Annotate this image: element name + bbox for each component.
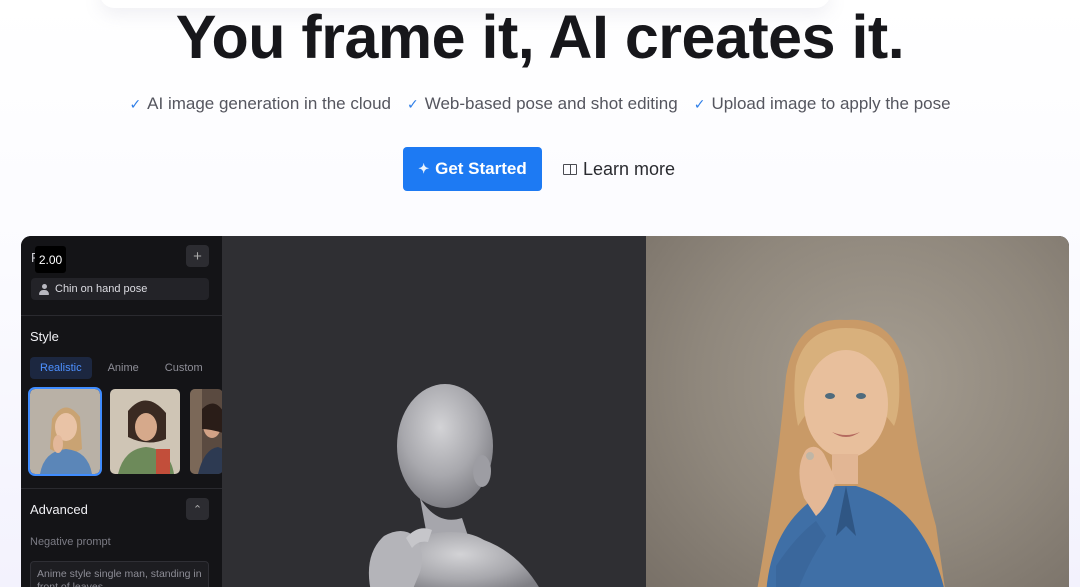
add-pose-button[interactable]: + bbox=[186, 245, 209, 267]
learn-more-link[interactable]: Learn more bbox=[563, 159, 675, 180]
hero-title: You frame it, AI creates it. bbox=[175, 3, 905, 71]
tab-realistic[interactable]: Realistic bbox=[30, 357, 92, 379]
generated-image bbox=[646, 236, 1069, 587]
feature-item: ✓ Upload image to apply the pose bbox=[694, 94, 951, 114]
editor-sidebar: F 2.00 + Chin on hand pose Style Realist… bbox=[21, 236, 223, 587]
tab-anime[interactable]: Anime bbox=[98, 357, 149, 379]
zoom-level-badge: 2.00 bbox=[35, 246, 66, 273]
get-started-button[interactable]: ✦ Get Started bbox=[403, 147, 542, 191]
tab-custom[interactable]: Custom bbox=[155, 357, 213, 379]
check-icon: ✓ bbox=[693, 95, 706, 112]
style-thumbnail-selected[interactable] bbox=[28, 387, 102, 476]
feature-list: ✓ AI image generation in the cloud ✓ Web… bbox=[0, 94, 1080, 114]
negative-prompt-input[interactable]: Anime style single man, standing in fron… bbox=[30, 561, 209, 587]
advanced-section-title: Advanced bbox=[30, 502, 88, 517]
style-tabs: Realistic Anime Custom bbox=[30, 357, 213, 379]
check-icon: ✓ bbox=[129, 95, 142, 112]
negative-prompt-label: Negative prompt bbox=[30, 536, 111, 548]
feature-label: Web-based pose and shot editing bbox=[424, 94, 678, 113]
portrait-thumbnail-1 bbox=[30, 389, 100, 474]
feature-label: Upload image to apply the pose bbox=[711, 94, 951, 113]
book-icon bbox=[563, 163, 577, 175]
portrait-thumbnail-2 bbox=[110, 389, 180, 474]
sparkle-icon: ✦ bbox=[418, 161, 430, 176]
divider bbox=[21, 315, 222, 316]
divider bbox=[21, 488, 222, 489]
pose-selector[interactable]: Chin on hand pose bbox=[31, 278, 209, 300]
pose-name: Chin on hand pose bbox=[55, 283, 148, 295]
style-thumbnails bbox=[28, 387, 223, 476]
style-thumbnail[interactable] bbox=[190, 389, 223, 474]
feature-label: AI image generation in the cloud bbox=[147, 94, 391, 113]
generated-portrait bbox=[757, 319, 945, 587]
app-preview: F 2.00 + Chin on hand pose Style Realist… bbox=[21, 236, 1069, 587]
style-thumbnail[interactable] bbox=[110, 389, 180, 474]
person-icon bbox=[39, 283, 49, 295]
learn-more-label: Learn more bbox=[583, 158, 676, 179]
portrait-thumbnail-3 bbox=[190, 389, 223, 474]
style-section-title: Style bbox=[30, 329, 59, 344]
check-icon: ✓ bbox=[407, 95, 419, 112]
cta-row: ✦ Get Started Learn more bbox=[403, 147, 675, 191]
feature-item: ✓ Web-based pose and shot editing bbox=[407, 94, 678, 114]
mannequin-figure bbox=[368, 384, 539, 587]
feature-item: ✓ AI image generation in the cloud bbox=[129, 94, 391, 114]
pose-canvas[interactable] bbox=[222, 236, 646, 587]
get-started-label: Get Started bbox=[435, 159, 527, 178]
collapse-advanced-button[interactable]: ⌃ bbox=[186, 498, 209, 520]
